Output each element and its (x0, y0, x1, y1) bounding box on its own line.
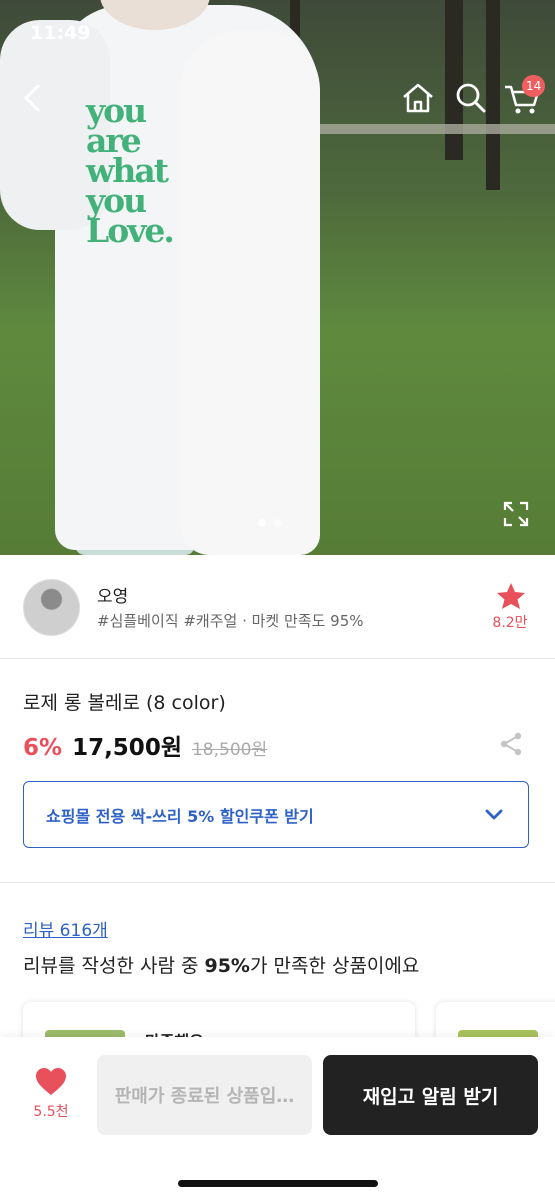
expand-image-button[interactable] (502, 500, 530, 528)
home-icon (403, 83, 433, 113)
favorite-count: 8.2만 (492, 615, 528, 631)
original-price: 18,500원 (191, 740, 268, 760)
review-count-link[interactable]: 리뷰 616개 (23, 916, 108, 941)
heart-icon (36, 1068, 66, 1095)
home-indicator (178, 1180, 378, 1187)
soldout-button: 판매가 종료된 상품입… (97, 1055, 312, 1135)
like-button[interactable]: 5.5천 (30, 1067, 72, 1127)
star-icon (497, 583, 525, 609)
coupon-button[interactable]: 쇼핑몰 전용 싹-쓰리 5% 할인쿠폰 받기 (23, 781, 529, 848)
section-divider (0, 882, 555, 883)
search-button[interactable] (453, 80, 489, 116)
share-icon (500, 732, 522, 756)
carousel-dot-active (258, 519, 266, 527)
review-summary-highlight: 95% (204, 955, 250, 977)
carousel-dot (274, 519, 282, 527)
review-summary-prefix: 리뷰를 작성한 사람 중 (23, 955, 205, 977)
review-summary: 리뷰를 작성한 사람 중 95%가 만족한 상품이에요 (23, 951, 419, 978)
bottom-action-bar: 5.5천 판매가 종료된 상품입… 재입고 알림 받기 (0, 1037, 555, 1200)
background-path (290, 124, 555, 134)
seller-section[interactable]: 오영 #심플베이직 #캐주얼 · 마켓 만족도 95% 8.2만 (0, 555, 555, 659)
shirt-print: you are what you Love. (86, 94, 206, 250)
chevron-down-icon (485, 809, 503, 819)
expand-icon (503, 501, 529, 527)
product-title: 로제 롱 볼레로 (8 color) (23, 692, 226, 714)
sale-price: 17,500원 (72, 735, 182, 761)
carousel-indicator (258, 519, 282, 527)
chevron-left-icon (24, 84, 40, 112)
like-count: 5.5천 (33, 1104, 69, 1120)
review-summary-suffix: 가 만족한 상품이에요 (249, 955, 420, 977)
discount-rate: 6% (23, 735, 63, 761)
search-icon (456, 83, 486, 113)
favorite-shop-button[interactable] (495, 582, 527, 610)
back-button[interactable] (18, 80, 50, 116)
cart-count-badge: 14 (522, 75, 546, 97)
home-button[interactable] (400, 80, 436, 116)
shirt-print-line: Love. (86, 211, 175, 250)
seller-tags: #심플베이직 #캐주얼 · 마켓 만족도 95% (97, 612, 364, 630)
status-time: 11:49 (30, 22, 91, 44)
price-row: 6% 17,500원 18,500원 (23, 728, 267, 762)
coupon-label: 쇼핑몰 전용 싹-쓰리 5% 할인쿠폰 받기 (46, 806, 314, 826)
share-button[interactable] (498, 731, 524, 757)
avatar[interactable] (23, 579, 80, 636)
seller-name[interactable]: 오영 (97, 582, 128, 607)
restock-alert-button[interactable]: 재입고 알림 받기 (323, 1055, 538, 1135)
